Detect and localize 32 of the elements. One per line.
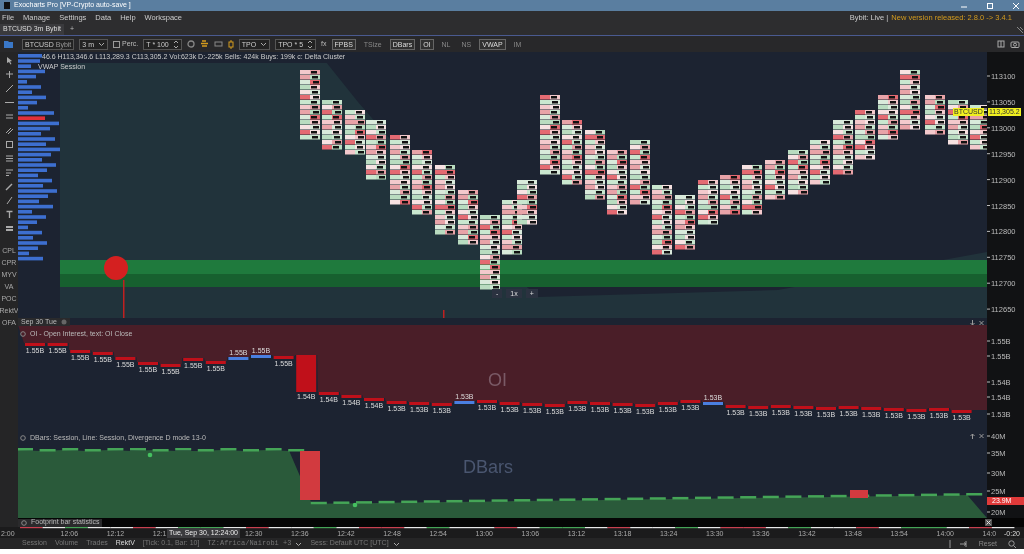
up-arrow-icon[interactable]: [970, 433, 975, 439]
percent-checkbox[interactable]: [112, 40, 120, 48]
candle-icon[interactable]: [227, 39, 234, 49]
line-icon[interactable]: [4, 84, 14, 93]
camera-icon[interactable]: [1010, 40, 1020, 48]
chevron-down-icon: [392, 540, 400, 547]
pen-icon[interactable]: [4, 196, 14, 205]
zoom-icon[interactable]: [1008, 539, 1016, 548]
down-arrow-icon[interactable]: [970, 320, 975, 326]
cursor-icon[interactable]: [4, 56, 14, 65]
divergence-dot: [147, 452, 153, 458]
resize-grip-icon: [1016, 25, 1024, 34]
watermark-label: OI: [488, 370, 507, 390]
spinner-icon: [307, 39, 314, 49]
chevron-down-icon: [295, 540, 303, 547]
maximize-icon[interactable]: [986, 1, 994, 10]
stack-icon[interactable]: [4, 224, 14, 233]
layout-icon[interactable]: [997, 40, 1005, 48]
spinner-icon: [172, 39, 179, 49]
folder-icon[interactable]: [4, 40, 13, 48]
bars-icon[interactable]: [199, 40, 209, 48]
fit-icon[interactable]: [959, 540, 968, 547]
crosshair-icon[interactable]: [4, 70, 14, 79]
text-icon[interactable]: [4, 210, 14, 219]
divergence-dot: [352, 502, 358, 508]
rectangle-icon[interactable]: [4, 140, 14, 149]
chevron-down-icon: [260, 41, 268, 47]
app-icon: [4, 2, 10, 9]
vertical-resize-icon[interactable]: [947, 539, 952, 548]
watermark-label: DBars: [463, 457, 513, 477]
chevron-down-icon: [97, 41, 105, 47]
channel-icon[interactable]: [4, 126, 14, 135]
